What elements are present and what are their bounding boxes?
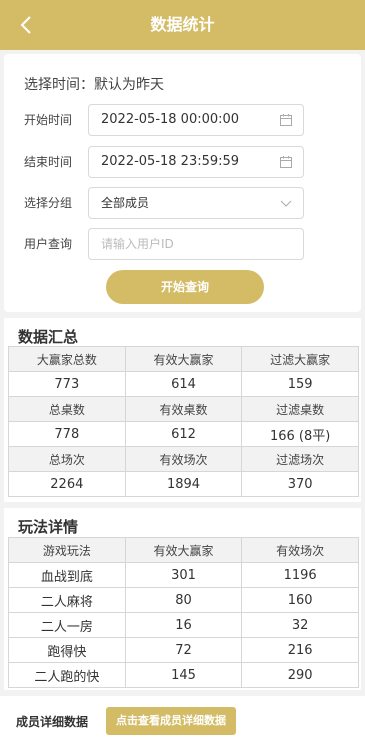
table-row: 二人跑的快 145 290	[8, 662, 359, 688]
group-row: 选择分组 全部成员	[4, 187, 361, 219]
start-time-row: 开始时间 2022-05-18 00:00:00	[4, 104, 361, 136]
table-cell: 16	[124, 612, 243, 638]
table-cell: 773	[8, 371, 126, 397]
group-value: 全部成员	[101, 196, 150, 210]
end-time-value: 2022-05-18 23:59:59	[101, 154, 240, 169]
end-time-row: 结束时间 2022-05-18 23:59:59	[4, 146, 361, 178]
table-cell: 总场次	[8, 446, 126, 472]
end-time-field[interactable]: 2022-05-18 23:59:59	[88, 146, 304, 178]
table-cell: 612	[124, 421, 243, 447]
gameplay-title: 玩法详情	[18, 518, 79, 536]
table-cell: 290	[241, 662, 359, 688]
table-row: 总桌数 有效桌数 过滤桌数	[8, 396, 359, 422]
table-cell: 159	[241, 371, 359, 397]
summary-table: 大赢家总数 有效大赢家 过滤大赢家 773 614 159 总桌数 有效桌数 过…	[8, 346, 359, 497]
table-header-cell: 游戏玩法	[8, 537, 126, 563]
table-cell: 301	[124, 562, 243, 588]
table-header-cell: 有效大赢家	[124, 537, 243, 563]
table-cell: 145	[124, 662, 243, 688]
table-header-row: 游戏玩法 有效大赢家 有效场次	[8, 537, 359, 563]
table-cell: 160	[241, 587, 359, 613]
summary-title: 数据汇总	[18, 328, 79, 346]
table-cell: 过滤场次	[241, 446, 359, 472]
start-query-button[interactable]: 开始查询	[106, 270, 264, 304]
table-row: 2264 1894 370	[8, 471, 359, 497]
table-cell: 有效大赢家	[124, 346, 243, 372]
table-cell: 2264	[8, 471, 126, 497]
table-cell: 72	[124, 637, 243, 663]
table-cell: 370	[241, 471, 359, 497]
table-cell: 166 (8平)	[241, 421, 359, 447]
table-row: 总场次 有效场次 过滤场次	[8, 446, 359, 472]
table-row: 二人麻将 80 160	[8, 587, 359, 613]
table-cell: 216	[241, 637, 359, 663]
table-row: 二人一房 16 32	[8, 612, 359, 638]
table-cell: 有效场次	[124, 446, 243, 472]
table-cell: 大赢家总数	[8, 346, 126, 372]
table-cell: 1894	[124, 471, 243, 497]
table-row: 大赢家总数 有效大赢家 过滤大赢家	[8, 346, 359, 372]
filter-panel: 选择时间：默认为昨天 开始时间 2022-05-18 00:00:00 结束时间…	[4, 54, 361, 312]
table-row: 血战到底 301 1196	[8, 562, 359, 588]
member-detail-label: 成员详细数据	[16, 715, 89, 729]
start-time-label: 开始时间	[24, 113, 73, 127]
table-cell: 778	[8, 421, 126, 447]
table-header-cell: 有效场次	[241, 537, 359, 563]
app-header: 数据统计	[0, 0, 365, 50]
table-cell: 血战到底	[8, 562, 126, 588]
table-cell: 614	[124, 371, 243, 397]
table-cell: 80	[124, 587, 243, 613]
gameplay-section: 玩法详情 游戏玩法 有效大赢家 有效场次 血战到底 301 1196 二人麻将 …	[4, 508, 361, 690]
start-time-field[interactable]: 2022-05-18 00:00:00	[88, 104, 304, 136]
chevron-down-icon	[280, 200, 292, 207]
user-label: 用户查询	[24, 237, 73, 251]
user-id-input[interactable]: 请输入用户ID	[88, 228, 304, 260]
gameplay-table: 游戏玩法 有效大赢家 有效场次 血战到底 301 1196 二人麻将 80 16…	[8, 537, 359, 688]
table-row: 778 612 166 (8平)	[8, 421, 359, 447]
user-id-placeholder: 请输入用户ID	[101, 237, 174, 251]
end-time-label: 结束时间	[24, 155, 73, 169]
table-cell: 总桌数	[8, 396, 126, 422]
start-time-value: 2022-05-18 00:00:00	[101, 112, 240, 127]
table-cell: 二人一房	[8, 612, 126, 638]
table-row: 773 614 159	[8, 371, 359, 397]
summary-section: 数据汇总 大赢家总数 有效大赢家 过滤大赢家 773 614 159 总桌数 有…	[4, 318, 361, 502]
table-cell: 二人麻将	[8, 587, 126, 613]
group-select[interactable]: 全部成员	[88, 187, 304, 219]
user-row: 用户查询 请输入用户ID	[4, 228, 361, 260]
page-title: 数据统计	[150, 15, 215, 34]
calendar-icon	[280, 156, 292, 168]
table-cell: 32	[241, 612, 359, 638]
table-row: 跑得快 72 216	[8, 637, 359, 663]
table-cell: 1196	[241, 562, 359, 588]
table-cell: 过滤大赢家	[241, 346, 359, 372]
table-cell: 过滤桌数	[241, 396, 359, 422]
calendar-icon	[280, 114, 292, 126]
table-cell: 有效桌数	[124, 396, 243, 422]
view-member-detail-button[interactable]: 点击查看成员详细数据	[106, 707, 236, 735]
footer-bar: 成员详细数据 点击查看成员详细数据	[0, 696, 365, 746]
select-time-label: 选择时间：默认为昨天	[24, 77, 164, 93]
table-cell: 二人跑的快	[8, 662, 126, 688]
table-cell: 跑得快	[8, 637, 126, 663]
group-label: 选择分组	[24, 196, 73, 210]
